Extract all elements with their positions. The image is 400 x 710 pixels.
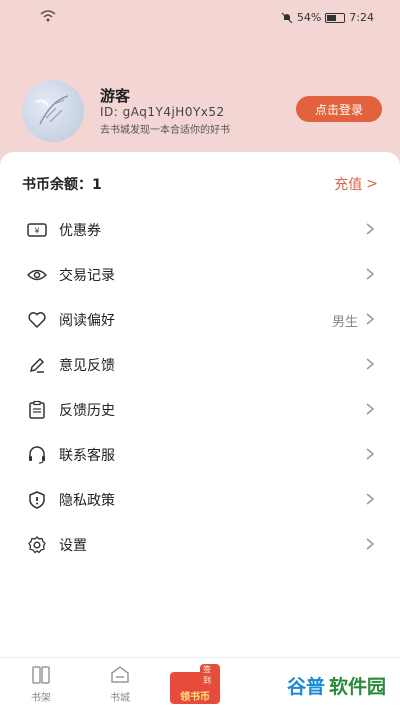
user-id: ID: gAq1Y4jH0Yx52: [100, 105, 225, 119]
battery-icon: [325, 12, 346, 23]
balance-row: 书币余额：1 充值 >: [22, 174, 378, 194]
username: 游客: [100, 87, 131, 105]
menu-item-label: 设置: [59, 538, 87, 554]
chevron-right-icon: [366, 268, 375, 280]
tab-bookstore[interactable]: 书城: [90, 664, 150, 704]
watermark-prefix: 谷普: [286, 676, 325, 698]
menu-card: 书币余额：1 充值 > ¥ 优惠券 交易记录 阅读偏好 男生 意见反馈 反馈历史…: [0, 152, 400, 657]
menu-list: ¥ 优惠券 交易记录 阅读偏好 男生 意见反馈 反馈历史 联系客服 隐私政策 设…: [0, 207, 400, 567]
checkin-badge: 签到: [200, 664, 220, 686]
chevron-right-icon: [366, 313, 375, 325]
recharge-button[interactable]: 充值 >: [334, 174, 378, 194]
menu-item-privacy-policy[interactable]: 隐私政策: [0, 477, 400, 522]
chevron-right-icon: [366, 403, 375, 415]
store-icon: [111, 666, 129, 683]
balance-value: 1: [92, 177, 102, 193]
svg-text:¥: ¥: [34, 227, 39, 236]
menu-item-label: 阅读偏好: [59, 313, 115, 329]
pencil-icon: [29, 357, 45, 373]
ticket-icon: ¥: [27, 223, 47, 237]
bottom-tab-bar: 书架 书城 签到 领书币 谷普 软件园: [0, 657, 400, 710]
avatar-illustration: [35, 95, 69, 125]
recharge-label: 充值: [334, 177, 363, 193]
chevron-right-icon: [366, 448, 375, 460]
bookshelf-icon: [32, 666, 50, 684]
menu-item-label: 优惠券: [59, 223, 101, 239]
clipboard-icon: [29, 400, 45, 419]
menu-item-label: 隐私政策: [59, 493, 115, 509]
chevron-right-icon: [366, 223, 375, 235]
tab-label: 书架: [31, 693, 51, 704]
chevron-right-icon: [366, 538, 375, 550]
headset-icon: [29, 446, 45, 464]
menu-item-settings[interactable]: 设置: [0, 522, 400, 567]
mute-bell-icon: [281, 12, 293, 23]
battery-percent: 54%: [296, 11, 322, 24]
menu-item-label: 意见反馈: [59, 358, 115, 374]
reading-preference-value: 男生: [331, 315, 358, 330]
clock: 7:24: [349, 11, 374, 24]
menu-item-label: 交易记录: [59, 268, 115, 284]
shield-icon: [29, 491, 45, 509]
watermark-logo: 谷普 软件园: [282, 670, 390, 701]
tab-label: 书城: [110, 693, 130, 704]
menu-item-label: 反馈历史: [59, 403, 115, 419]
menu-item-customer-service[interactable]: 联系客服: [0, 432, 400, 477]
heart-icon: [28, 312, 46, 329]
menu-item-reading-preference[interactable]: 阅读偏好 男生: [0, 297, 400, 342]
login-button[interactable]: 点击登录: [296, 96, 382, 122]
status-right: 54% 7:24: [281, 11, 374, 24]
menu-item-feedback[interactable]: 意见反馈: [0, 342, 400, 387]
gear-icon: [28, 536, 46, 554]
tab-bookshelf[interactable]: 书架: [11, 664, 71, 704]
menu-item-transactions[interactable]: 交易记录: [0, 252, 400, 297]
chevron-right-icon: [366, 493, 375, 505]
coin-tab-label: 领书币: [180, 692, 210, 703]
balance-title: 书币余额：: [22, 177, 92, 193]
watermark-suffix: 软件园: [328, 676, 386, 698]
avatar[interactable]: [22, 80, 84, 142]
profile-header: 游客 ID: gAq1Y4jH0Yx52 去书城发现一本合适你的好书 点击登录: [22, 80, 382, 142]
recharge-arrow: >: [366, 176, 378, 192]
profile-slogan: 去书城发现一本合适你的好书: [100, 125, 230, 136]
chevron-right-icon: [366, 358, 375, 370]
wifi-icon: [40, 10, 56, 22]
menu-item-coupons[interactable]: ¥ 优惠券: [0, 207, 400, 252]
tab-get-coins[interactable]: 签到 领书币: [170, 664, 220, 704]
eye-icon: [27, 269, 47, 281]
balance-label: 书币余额：1: [22, 174, 102, 194]
status-bar: 54% 7:24: [0, 0, 400, 36]
menu-item-feedback-history[interactable]: 反馈历史: [0, 387, 400, 432]
menu-item-label: 联系客服: [59, 448, 115, 464]
